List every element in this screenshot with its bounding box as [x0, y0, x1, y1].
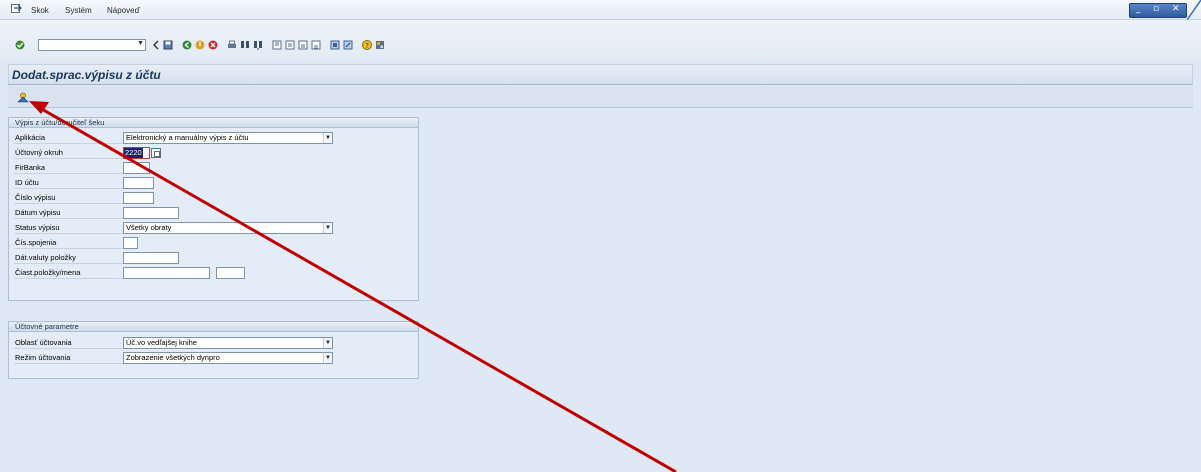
statement-number-label: Číslo výpisu [14, 192, 123, 204]
account-id-label: ID účtu [14, 177, 123, 189]
cancel-icon[interactable] [208, 40, 218, 50]
work-area: Výpis z účtu/doručiteľ šeku Aplikácia El… [8, 108, 1193, 472]
posting-area-label: Oblasť účtovania [14, 337, 123, 349]
company-code-label: Účtovný okruh [14, 147, 123, 159]
menu-item-skok[interactable]: Skok [31, 6, 49, 15]
menu-toggle-icon[interactable] [11, 4, 22, 14]
link-number-label: Čís.spojenia [14, 237, 123, 249]
print-icon[interactable] [227, 40, 237, 50]
posting-mode-select[interactable]: Zobrazenie všetkých dynpro ▼ [123, 352, 333, 364]
posting-mode-label: Režim účtovania [14, 352, 123, 364]
svg-text:?: ? [365, 42, 369, 50]
enter-icon[interactable] [15, 40, 25, 50]
statement-date-label: Dátum výpisu [14, 207, 123, 219]
application-toolbar [8, 86, 1193, 108]
chevron-down-icon[interactable]: ▼ [323, 223, 332, 233]
restore-button[interactable]: ▫ [1153, 4, 1159, 14]
exit-icon[interactable] [195, 40, 205, 50]
posting-mode-select-value: Zobrazenie všetkých dynpro [126, 353, 220, 362]
window-controls: _ ▫ ✕ [1129, 3, 1187, 18]
posting-area-select[interactable]: Úč.vo vedľajšej knihe ▼ [123, 337, 333, 349]
back-green-icon[interactable] [182, 40, 192, 50]
find-next-icon[interactable] [253, 40, 263, 50]
statement-status-select[interactable]: Všetky obraty ▼ [123, 222, 333, 234]
chevron-down-icon[interactable]: ▼ [323, 338, 332, 348]
posting-parameters-group: Účtovné parametre Oblasť účtovania Úč.vo… [8, 321, 419, 379]
link-number-field[interactable] [123, 237, 138, 249]
statement-number-field[interactable] [123, 192, 154, 204]
execute-icon[interactable] [17, 92, 29, 103]
help-icon[interactable]: ? [362, 40, 372, 50]
amount-currency-label: Čiast.položky/mena [14, 267, 123, 279]
statement-date-field[interactable] [123, 207, 179, 219]
account-id-field[interactable] [123, 177, 154, 189]
last-page-icon[interactable] [311, 40, 321, 50]
find-icon[interactable] [240, 40, 250, 50]
application-label: Aplikácia [14, 132, 123, 144]
chevron-down-icon[interactable]: ▼ [323, 353, 332, 363]
shortcut-icon[interactable] [343, 40, 353, 50]
first-page-icon[interactable] [272, 40, 282, 50]
application-select-value: Elektronický a manuálny výpis z účtu [126, 133, 249, 142]
customize-layout-icon[interactable] [375, 40, 385, 50]
statement-group-title: Výpis z účtu/doručiteľ šeku [9, 118, 418, 128]
posting-parameters-title: Účtovné parametre [9, 322, 418, 332]
menu-item-help[interactable]: Nápoveď [107, 6, 140, 15]
house-bank-field[interactable] [123, 162, 150, 174]
value-help-icon[interactable] [151, 148, 161, 158]
page-title: Dodat.sprac.výpisu z účtu [12, 68, 161, 82]
window-corner-decoration [1187, 0, 1201, 20]
minimize-button[interactable]: _ [1136, 4, 1141, 14]
menu-bar: Skok Systém Nápoveď _ ▫ ✕ [0, 0, 1201, 20]
screen-title-bar: Dodat.sprac.výpisu z účtu [8, 64, 1193, 85]
back-icon[interactable] [151, 40, 161, 50]
company-code-field[interactable]: 2220 [123, 147, 150, 159]
close-button[interactable]: ✕ [1172, 4, 1180, 14]
system-toolbar: ▼ ? [0, 20, 1201, 61]
posting-area-select-value: Úč.vo vedľajšej knihe [126, 338, 197, 347]
next-page-icon[interactable] [298, 40, 308, 50]
menu-item-system[interactable]: Systém [65, 6, 92, 15]
application-select[interactable]: Elektronický a manuálny výpis z účtu ▼ [123, 132, 333, 144]
company-code-value: 2220 [124, 148, 143, 158]
chevron-down-icon[interactable]: ▼ [323, 133, 332, 143]
statement-status-select-value: Všetky obraty [126, 223, 172, 232]
house-bank-label: FirBanka [14, 162, 123, 174]
chevron-down-icon[interactable]: ▼ [137, 40, 144, 47]
currency-field[interactable] [216, 267, 245, 279]
previous-page-icon[interactable] [285, 40, 295, 50]
create-session-icon[interactable] [330, 40, 340, 50]
save-icon[interactable] [163, 40, 173, 50]
value-date-label: Dát.valuty položky [14, 252, 123, 264]
command-field[interactable]: ▼ [38, 39, 146, 51]
value-date-field[interactable] [123, 252, 179, 264]
statement-status-label: Status výpisu [14, 222, 123, 234]
statement-group: Výpis z účtu/doručiteľ šeku Aplikácia El… [8, 117, 419, 301]
amount-field[interactable] [123, 267, 210, 279]
